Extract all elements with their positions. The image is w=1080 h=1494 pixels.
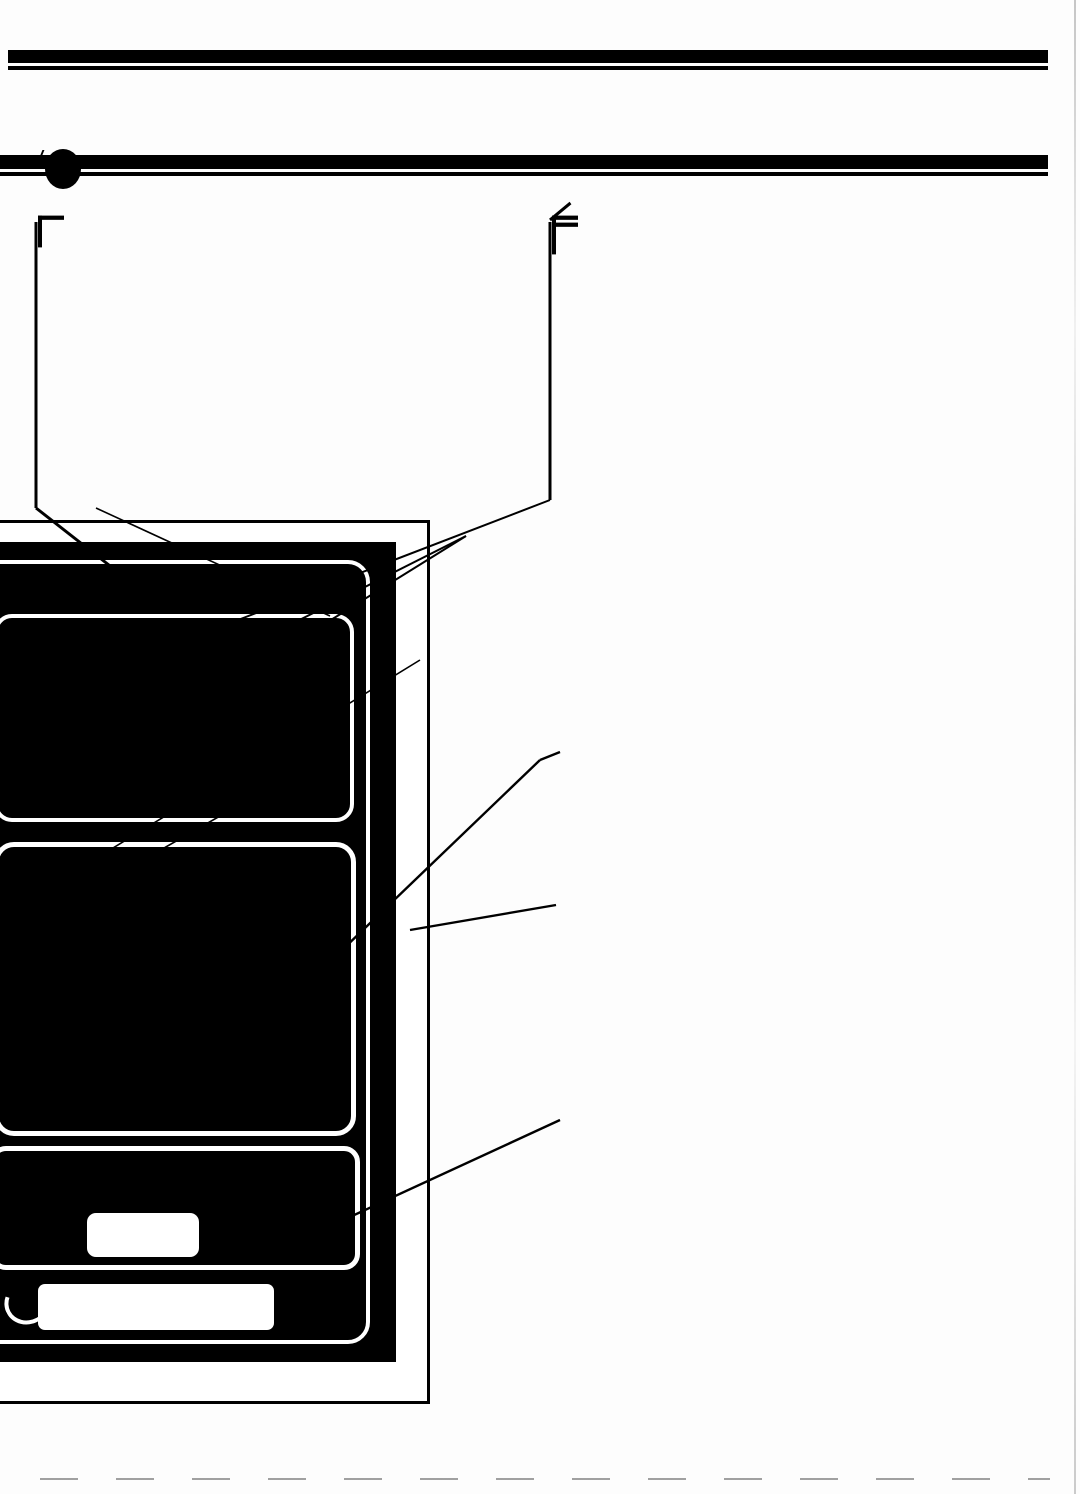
scan-edge-artifact xyxy=(1074,0,1076,1494)
control-panel-illustration xyxy=(0,520,452,1415)
document-page xyxy=(0,0,1080,1494)
masthead-rule-bottom-thick xyxy=(0,155,1048,169)
start-button[interactable] xyxy=(38,1284,274,1330)
bracket-icon xyxy=(38,215,64,248)
footer-divider xyxy=(40,1478,1050,1480)
bracket-icon xyxy=(552,222,578,255)
masthead-rule-bottom-thin xyxy=(0,172,1048,176)
power-level-scale xyxy=(0,1146,360,1270)
power-scale-numbers xyxy=(0,1189,355,1211)
masthead-rule-top-thin xyxy=(8,66,1048,70)
left-column xyxy=(36,196,548,248)
power-scale-arrows xyxy=(0,1177,355,1189)
panel-body xyxy=(0,542,396,1362)
power-scale-labels xyxy=(0,1155,355,1177)
right-column xyxy=(550,196,1058,255)
power-level-button[interactable] xyxy=(87,1213,199,1257)
masthead-rule-top-thick xyxy=(8,50,1048,63)
function-key-group xyxy=(0,614,354,822)
number-pad-group xyxy=(0,842,356,1136)
